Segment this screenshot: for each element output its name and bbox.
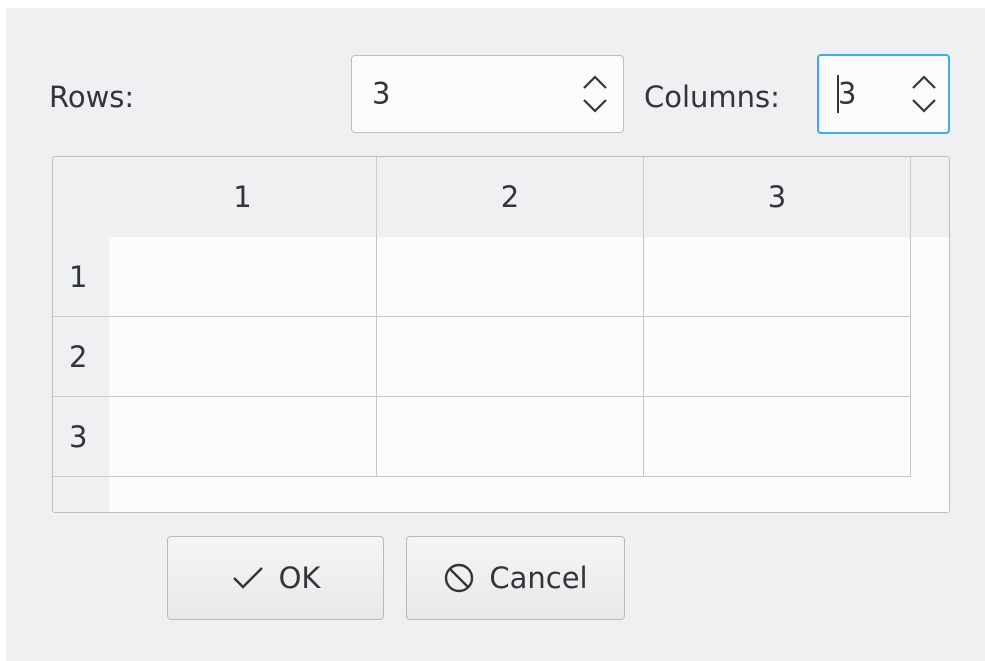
ok-button[interactable]: OK (167, 536, 384, 620)
row-header-filler (53, 477, 109, 512)
columns-spinbox[interactable]: 3 (817, 54, 950, 134)
table-cell[interactable] (377, 397, 644, 477)
row-header-1[interactable]: 1 (53, 237, 109, 317)
table-cell[interactable] (644, 317, 911, 397)
table-cell[interactable] (644, 397, 911, 477)
rows-label: Rows: (49, 80, 135, 114)
table-cell[interactable] (377, 237, 644, 317)
spin-arrows-icon[interactable] (581, 72, 609, 116)
table-cell[interactable] (377, 317, 644, 397)
table-cell[interactable] (109, 397, 377, 477)
table-cell[interactable] (644, 237, 911, 317)
table-corner (53, 157, 109, 237)
cancel-circle-icon (445, 563, 474, 593)
cancel-button-label: Cancel (489, 561, 588, 595)
header-filler (911, 157, 949, 237)
checkmark-icon (232, 567, 263, 589)
row-header-2[interactable]: 2 (53, 317, 109, 397)
cancel-button[interactable]: Cancel (406, 536, 625, 620)
text-cursor (837, 75, 839, 113)
table-cell[interactable] (109, 237, 377, 317)
rows-spinbox[interactable]: 3 (351, 55, 624, 133)
insert-table-dialog: Rows: 3 Columns: 3 1 2 3 1 2 3 OK Cancel (6, 8, 985, 661)
column-header-2[interactable]: 2 (377, 157, 644, 237)
spin-arrows-icon[interactable] (910, 72, 938, 116)
column-header-1[interactable]: 1 (109, 157, 377, 237)
row-header-3[interactable]: 3 (53, 397, 109, 477)
ok-button-label: OK (278, 561, 321, 595)
columns-label: Columns: (644, 80, 780, 114)
rows-value[interactable]: 3 (372, 79, 390, 109)
columns-value[interactable]: 3 (838, 79, 856, 109)
table-cell[interactable] (109, 317, 377, 397)
column-header-3[interactable]: 3 (644, 157, 911, 237)
table-preview: 1 2 3 1 2 3 (52, 156, 950, 513)
